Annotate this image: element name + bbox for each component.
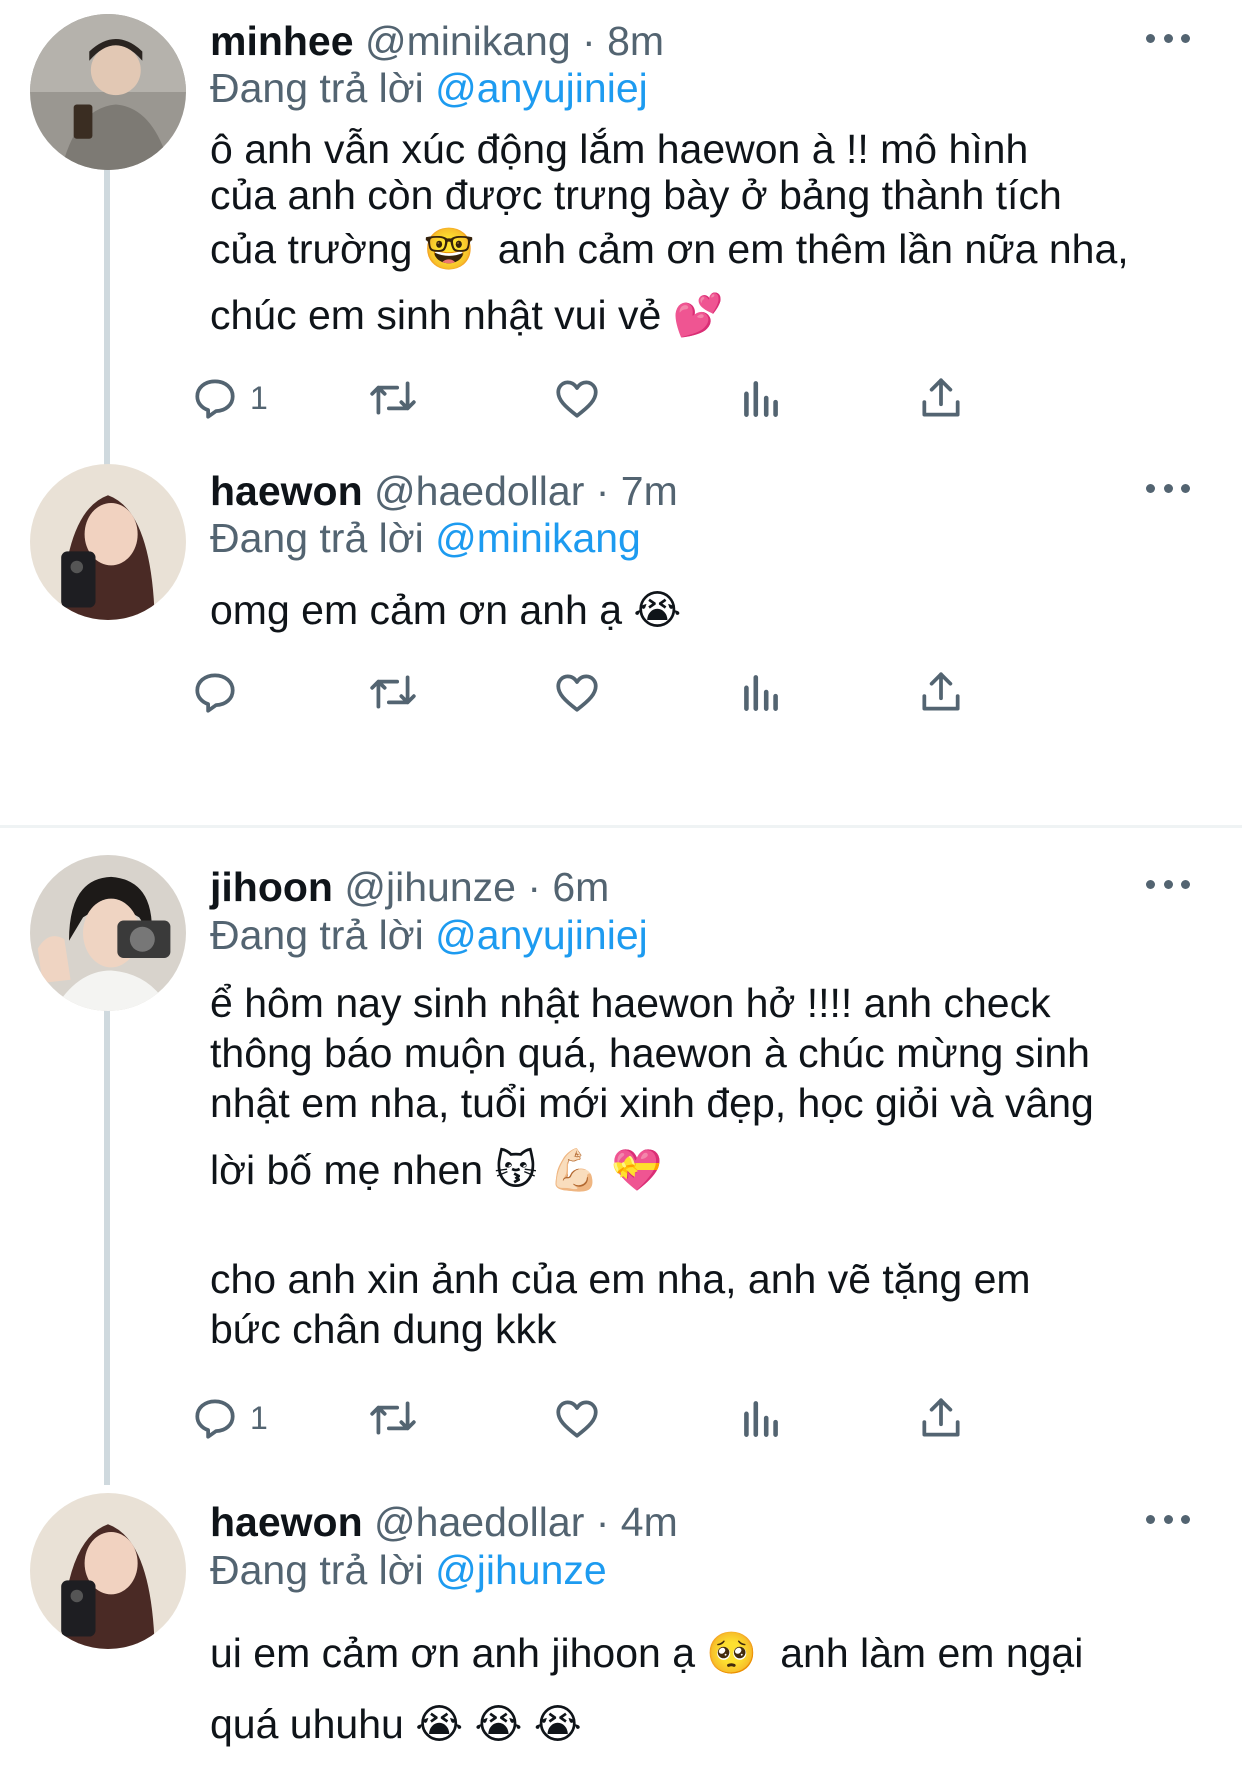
more-icon[interactable]	[1146, 28, 1190, 48]
more-icon[interactable]	[1146, 1509, 1190, 1529]
like-button[interactable]	[552, 368, 602, 428]
handle-time[interactable]: @minikang · 8m	[365, 18, 664, 64]
text-line: của trường 🤓 anh cảm ơn em thêm lần nữa …	[210, 226, 1129, 272]
text-line: nhật em nha, tuổi mới xinh đẹp, học giỏi…	[210, 1080, 1094, 1126]
views-button[interactable]	[736, 662, 786, 722]
display-name[interactable]: haewon	[210, 1499, 363, 1545]
display-name[interactable]: jihoon	[210, 864, 333, 910]
share-button[interactable]	[916, 1388, 966, 1448]
more-icon[interactable]	[1146, 874, 1190, 894]
retweet-button[interactable]	[368, 368, 418, 428]
text-line: cho anh xin ảnh của em nha, anh vẽ tặng …	[210, 1256, 1031, 1302]
text-line: quá uhuhu 😭 😭 😭	[210, 1701, 582, 1747]
reply-button[interactable]: 1	[190, 368, 268, 428]
share-button[interactable]	[916, 662, 966, 722]
like-icon	[556, 1400, 598, 1438]
handle-time[interactable]: @jihunze · 6m	[344, 864, 609, 910]
views-button[interactable]	[736, 1388, 786, 1448]
reply-prefix: Đang trả lời	[210, 912, 424, 958]
views-icon	[744, 381, 778, 417]
avatar[interactable]	[30, 1493, 186, 1649]
thread-line	[104, 155, 110, 465]
retweet-button[interactable]	[368, 1388, 418, 1448]
share-icon	[922, 672, 960, 711]
reply-mention[interactable]: @jihunze	[435, 1547, 607, 1593]
reply-button[interactable]	[190, 662, 240, 722]
text-line: omg em cảm ơn anh ạ 😭	[210, 587, 682, 633]
reply-count: 1	[250, 379, 268, 416]
like-button[interactable]	[552, 662, 602, 722]
avatar[interactable]	[30, 464, 186, 620]
text-line: bức chân dung kkk	[210, 1306, 557, 1352]
display-name[interactable]: haewon	[210, 468, 363, 514]
handle-time[interactable]: @haedollar · 7m	[374, 468, 678, 514]
text-line: ô anh vẫn xúc động lắm haewon à !! mô hì…	[210, 126, 1029, 172]
retweet-icon	[370, 381, 416, 415]
action-bar: 1	[195, 1388, 1110, 1448]
avatar[interactable]	[30, 855, 186, 1011]
avatar[interactable]	[30, 14, 186, 170]
reply-mention[interactable]: @anyujiniej	[435, 912, 648, 958]
retweet-icon	[370, 675, 416, 709]
text-line: ể hôm nay sinh nhật haewon hở !!!! anh c…	[210, 980, 1051, 1026]
reply-prefix: Đang trả lời	[210, 65, 424, 111]
action-bar: 1	[195, 368, 1110, 428]
retweet-button[interactable]	[368, 662, 418, 722]
like-icon	[556, 380, 598, 418]
thread-line	[104, 1005, 110, 1485]
views-icon	[744, 1401, 778, 1437]
like-button[interactable]	[552, 1388, 602, 1448]
text-line: thông báo muộn quá, haewon à chúc mừng s…	[210, 1030, 1090, 1076]
reply-prefix: Đang trả lời	[210, 515, 424, 561]
display-name[interactable]: minhee	[210, 18, 354, 64]
share-icon	[922, 1398, 960, 1437]
reply-mention[interactable]: @minikang	[435, 515, 641, 561]
reply-prefix: Đang trả lời	[210, 1547, 424, 1593]
reply-count: 1	[250, 1399, 268, 1436]
reply-mention[interactable]: @anyujiniej	[435, 65, 648, 111]
more-icon[interactable]	[1146, 478, 1190, 498]
text-line: lời bố mẹ nhen 😽 💪🏻 💝	[210, 1147, 663, 1193]
reply-icon	[195, 379, 235, 419]
text-line: chúc em sinh nhật vui vẻ 💕	[210, 292, 724, 338]
text-line: ui em cảm ơn anh jihoon ạ 🥺 anh làm em n…	[210, 1630, 1084, 1676]
reply-icon	[195, 1399, 235, 1439]
like-icon	[556, 674, 598, 712]
views-button[interactable]	[736, 368, 786, 428]
handle-time[interactable]: @haedollar · 4m	[374, 1499, 678, 1545]
thread-divider	[0, 825, 1242, 828]
share-button[interactable]	[916, 368, 966, 428]
views-icon	[744, 675, 778, 711]
text-line: của anh còn được trưng bày ở bảng thành …	[210, 172, 1062, 218]
retweet-icon	[370, 1401, 416, 1435]
share-icon	[922, 378, 960, 417]
reply-icon	[195, 673, 235, 713]
action-bar	[195, 662, 1110, 722]
reply-button[interactable]: 1	[190, 1388, 268, 1448]
